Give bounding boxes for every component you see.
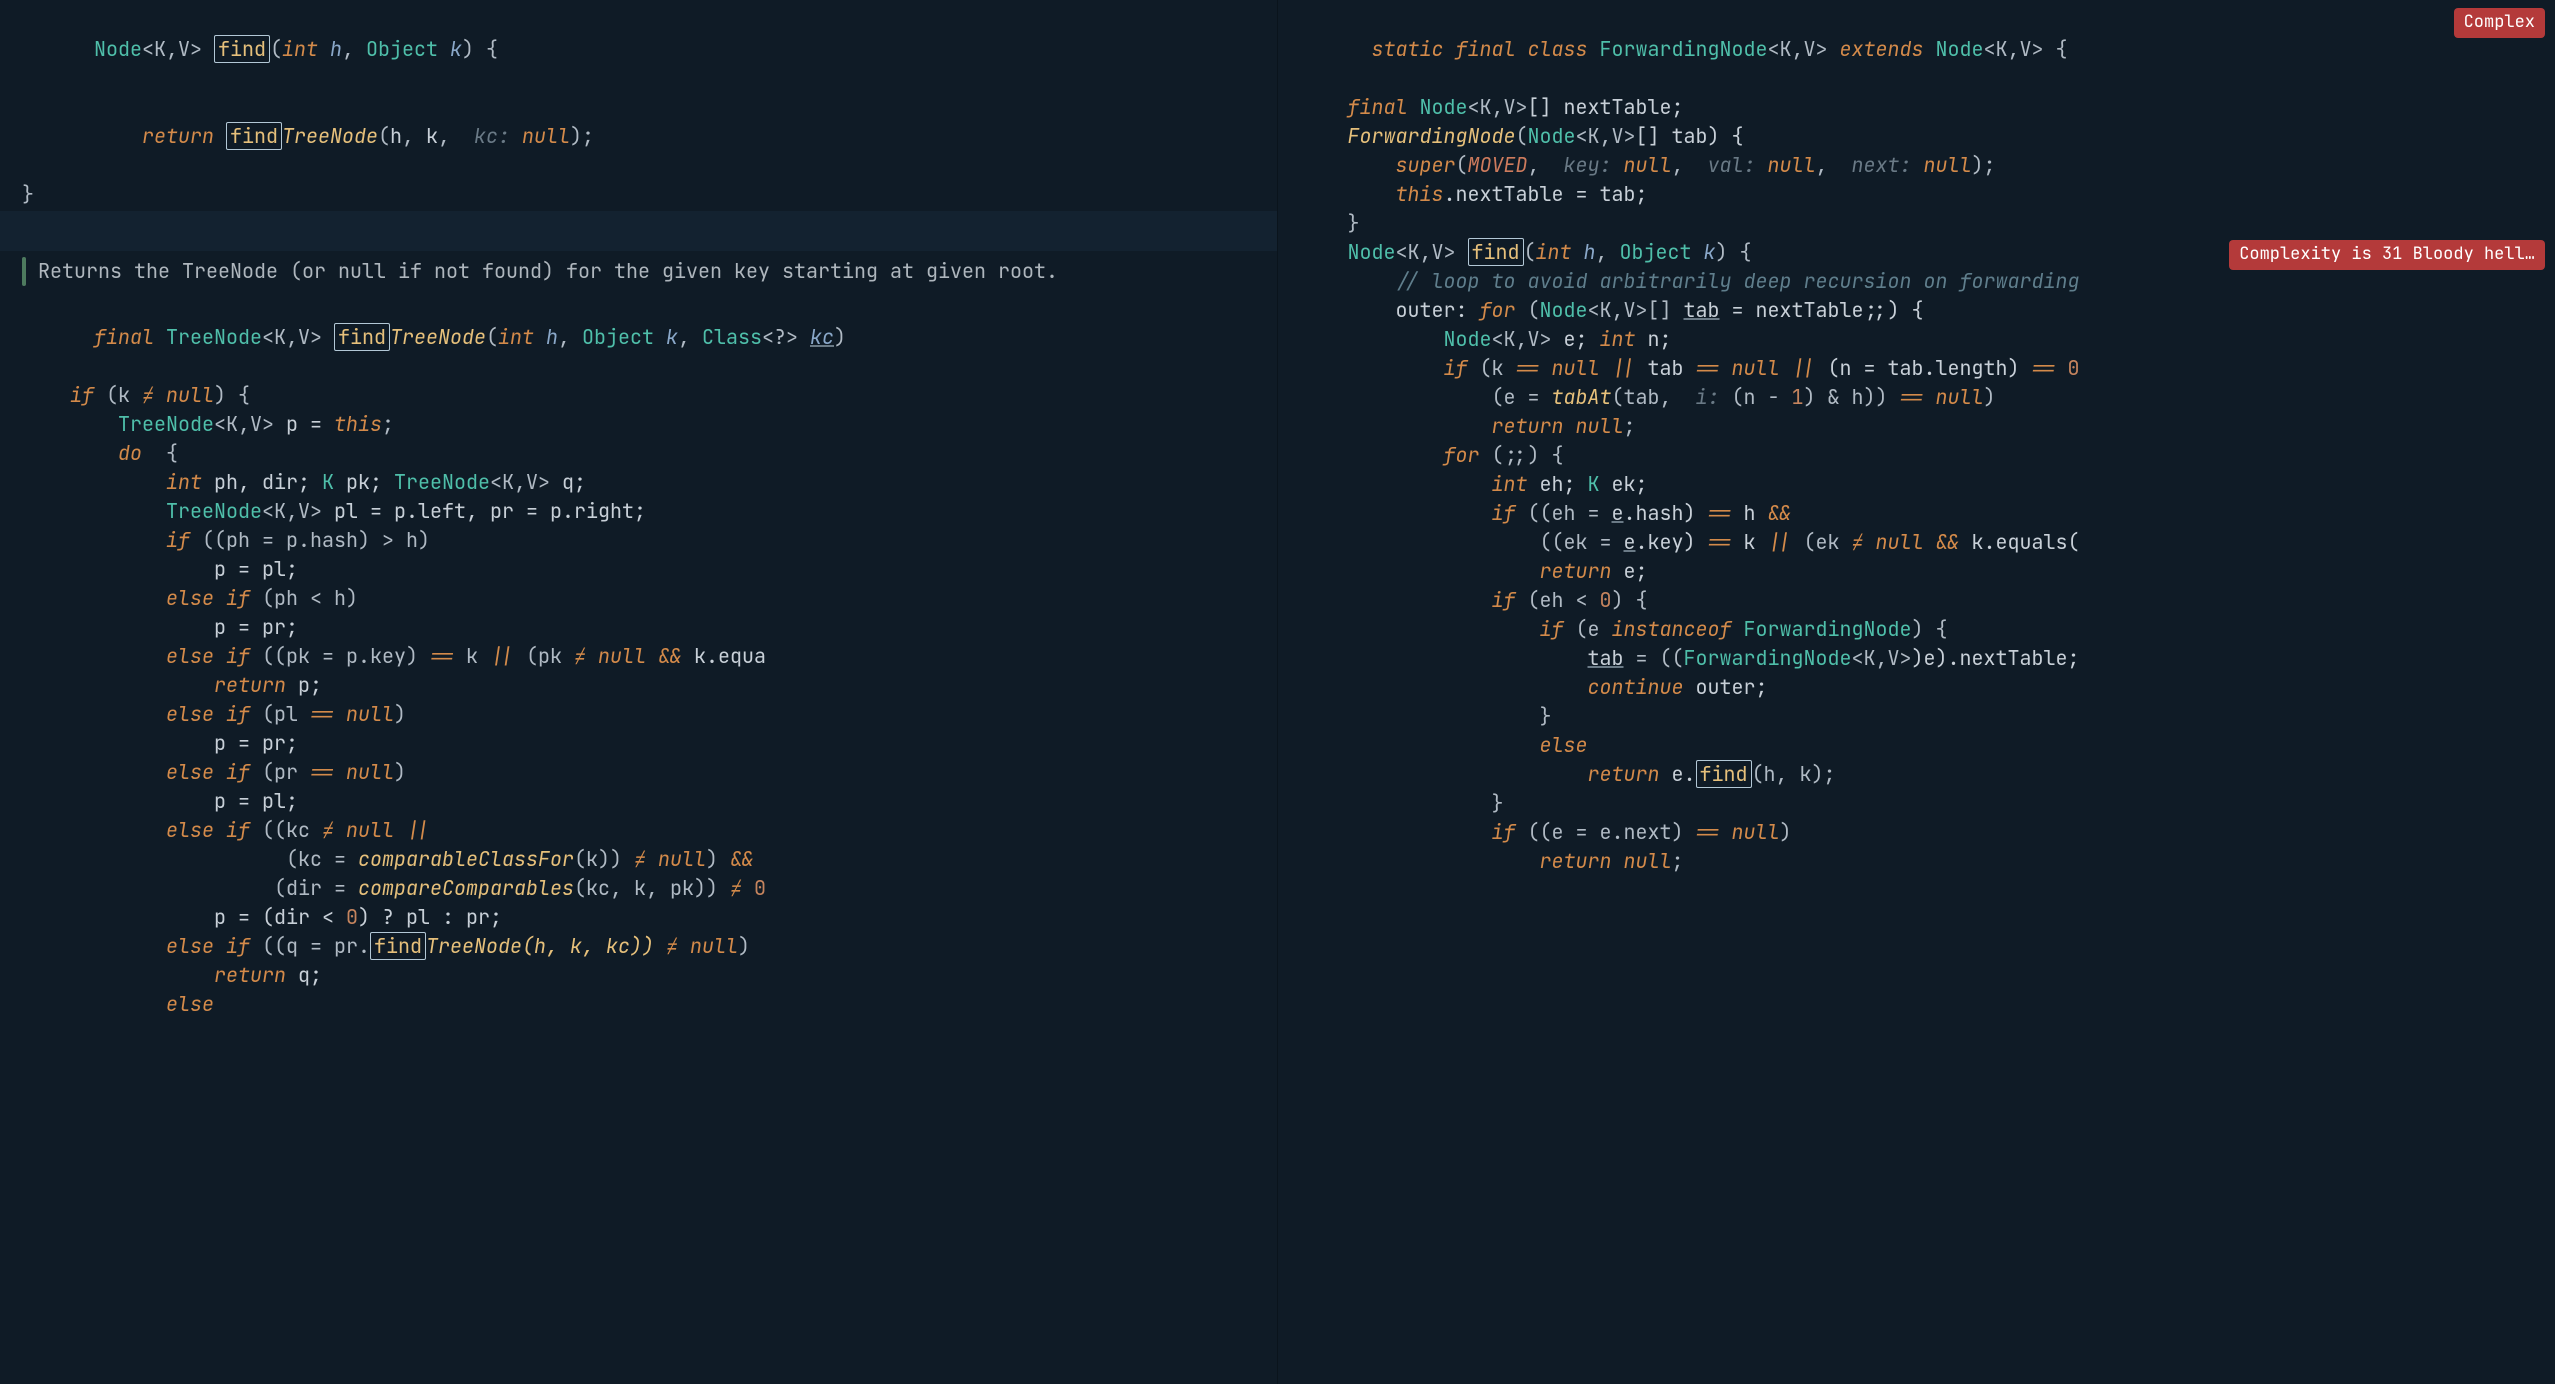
code-line[interactable]: p = (dir < 0) ? pl : pr; bbox=[22, 903, 1267, 932]
code-line[interactable]: return null; bbox=[1300, 847, 2546, 876]
code-line[interactable]: final Node<K,V>[] nextTable; bbox=[1300, 93, 2546, 122]
inlay-hint: val: bbox=[1696, 152, 1756, 178]
code-line[interactable]: Node<K,V> e; int n; bbox=[1300, 325, 2546, 354]
code-line[interactable]: else bbox=[1300, 731, 2546, 760]
complexity-badge[interactable]: Complex bbox=[2454, 8, 2545, 38]
code-line[interactable]: if ((ph = p.hash) > h) bbox=[22, 526, 1267, 555]
code-line[interactable]: if (eh < 0) { bbox=[1300, 586, 2546, 615]
javadoc-render: Returns the TreeNode (or null if not fou… bbox=[22, 257, 1267, 286]
code-line[interactable]: if ((e = e.next) == null) bbox=[1300, 818, 2546, 847]
code-line[interactable]: } bbox=[1300, 789, 2546, 818]
code-line[interactable]: } bbox=[1300, 209, 2546, 238]
editor-pane-left[interactable]: Node<K,V> find(int h, Object k) { return… bbox=[0, 0, 1278, 1384]
code-line[interactable]: return findTreeNode(h, k, kc: null); bbox=[22, 93, 1267, 180]
code-line[interactable]: continue outer; bbox=[1300, 673, 2546, 702]
method-name-findTreeNode[interactable]: find bbox=[334, 323, 390, 351]
code-line[interactable]: } bbox=[22, 180, 1267, 209]
inlay-hint: kc: bbox=[462, 123, 510, 149]
code-line[interactable]: Node<K,V> find(int h, Object k) { bbox=[22, 6, 1267, 93]
code-line[interactable]: if (e instanceof ForwardingNode) { bbox=[1300, 615, 2546, 644]
code-line[interactable]: else if ((kc ≠ null || bbox=[22, 816, 1267, 845]
code-line[interactable]: tab = ((ForwardingNode<K,V>)e).nextTable… bbox=[1300, 644, 2546, 673]
code-line[interactable]: final TreeNode<K,V> findTreeNode(int h, … bbox=[22, 294, 1267, 381]
code-line[interactable]: return e; bbox=[1300, 557, 2546, 586]
code-line[interactable]: ((ek = e.key) == k || (ek ≠ null && k.eq… bbox=[1300, 528, 2546, 557]
code-line[interactable]: TreeNode<K,V> p = this; bbox=[22, 410, 1267, 439]
code-line[interactable]: else bbox=[22, 990, 1267, 1019]
code-line[interactable]: do { bbox=[22, 439, 1267, 468]
code-line[interactable]: super(MOVED, key: null, val: null, next:… bbox=[1300, 151, 2546, 180]
method-name-find[interactable]: find bbox=[214, 35, 270, 63]
code-line[interactable]: if (k ≠ null) { bbox=[22, 381, 1267, 410]
comment: // loop to avoid arbitrarily deep recurs… bbox=[1396, 267, 2080, 296]
complexity-badge[interactable]: Complexity is 31 Bloody hell… bbox=[2229, 240, 2545, 270]
code-line[interactable]: Node<K,V> find(int h, Object k) { Comple… bbox=[1300, 238, 2546, 267]
code-line[interactable]: int eh; K ek; bbox=[1300, 470, 2546, 499]
code-line[interactable]: outer: for (Node<K,V>[] tab = nextTable;… bbox=[1300, 296, 2546, 325]
inlay-hint: i: bbox=[1684, 384, 1720, 410]
editor-pane-right[interactable]: static final class ForwardingNode<K,V> e… bbox=[1278, 0, 2555, 1384]
code-line[interactable]: return null; bbox=[1300, 412, 2546, 441]
return-type: Node bbox=[94, 36, 142, 62]
code-line[interactable]: if ((eh = e.hash) == h && bbox=[1300, 499, 2546, 528]
code-line[interactable]: else if (ph < h) bbox=[22, 584, 1267, 613]
code-line[interactable]: else if (pl == null) bbox=[22, 700, 1267, 729]
code-line[interactable]: static final class ForwardingNode<K,V> e… bbox=[1300, 6, 2546, 93]
inlay-hint: key: bbox=[1552, 152, 1612, 178]
code-line[interactable]: this.nextTable = tab; bbox=[1300, 180, 2546, 209]
code-line[interactable]: ForwardingNode(Node<K,V>[] tab) { bbox=[1300, 122, 2546, 151]
code-line[interactable]: int ph, dir; K pk; TreeNode<K,V> q; bbox=[22, 468, 1267, 497]
javadoc-text: Returns the TreeNode (or null if not fou… bbox=[38, 257, 1058, 286]
method-ref-find[interactable]: find bbox=[226, 122, 282, 150]
code-line[interactable]: (e = tabAt(tab, i: (n - 1) & h)) == null… bbox=[1300, 383, 2546, 412]
code-line[interactable]: p = pl; bbox=[22, 555, 1267, 584]
code-line[interactable]: (kc = comparableClassFor(k)) ≠ null) && bbox=[22, 845, 1267, 874]
code-line[interactable]: return e.find(h, k); bbox=[1300, 760, 2546, 789]
code-line[interactable]: return q; bbox=[22, 961, 1267, 990]
javadoc-gutter bbox=[22, 257, 26, 286]
code-line[interactable]: else if (pr == null) bbox=[22, 758, 1267, 787]
code-line[interactable]: (dir = compareComparables(kc, k, pk)) ≠ … bbox=[22, 874, 1267, 903]
code-line[interactable]: for (;;) { bbox=[1300, 441, 2546, 470]
code-line[interactable]: } bbox=[1300, 702, 2546, 731]
code-line[interactable]: p = pr; bbox=[22, 729, 1267, 758]
code-line[interactable]: p = pl; bbox=[22, 787, 1267, 816]
code-line[interactable]: // loop to avoid arbitrarily deep recurs… bbox=[1300, 267, 2546, 296]
code-line[interactable]: else if ((pk = p.key) == k || (pk ≠ null… bbox=[22, 642, 1267, 671]
method-name-find[interactable]: find bbox=[1468, 238, 1524, 266]
separator-band bbox=[0, 211, 1277, 251]
code-line[interactable]: TreeNode<K,V> pl = p.left, pr = p.right; bbox=[22, 497, 1267, 526]
inlay-hint: next: bbox=[1840, 152, 1912, 178]
method-ref-find[interactable]: find bbox=[370, 932, 426, 960]
code-line[interactable]: if (k == null || tab == null || (n = tab… bbox=[1300, 354, 2546, 383]
method-ref-find[interactable]: find bbox=[1696, 760, 1752, 788]
code-line[interactable]: else if ((q = pr.findTreeNode(h, k, kc))… bbox=[22, 932, 1267, 961]
code-line[interactable]: return p; bbox=[22, 671, 1267, 700]
code-line[interactable]: p = pr; bbox=[22, 613, 1267, 642]
